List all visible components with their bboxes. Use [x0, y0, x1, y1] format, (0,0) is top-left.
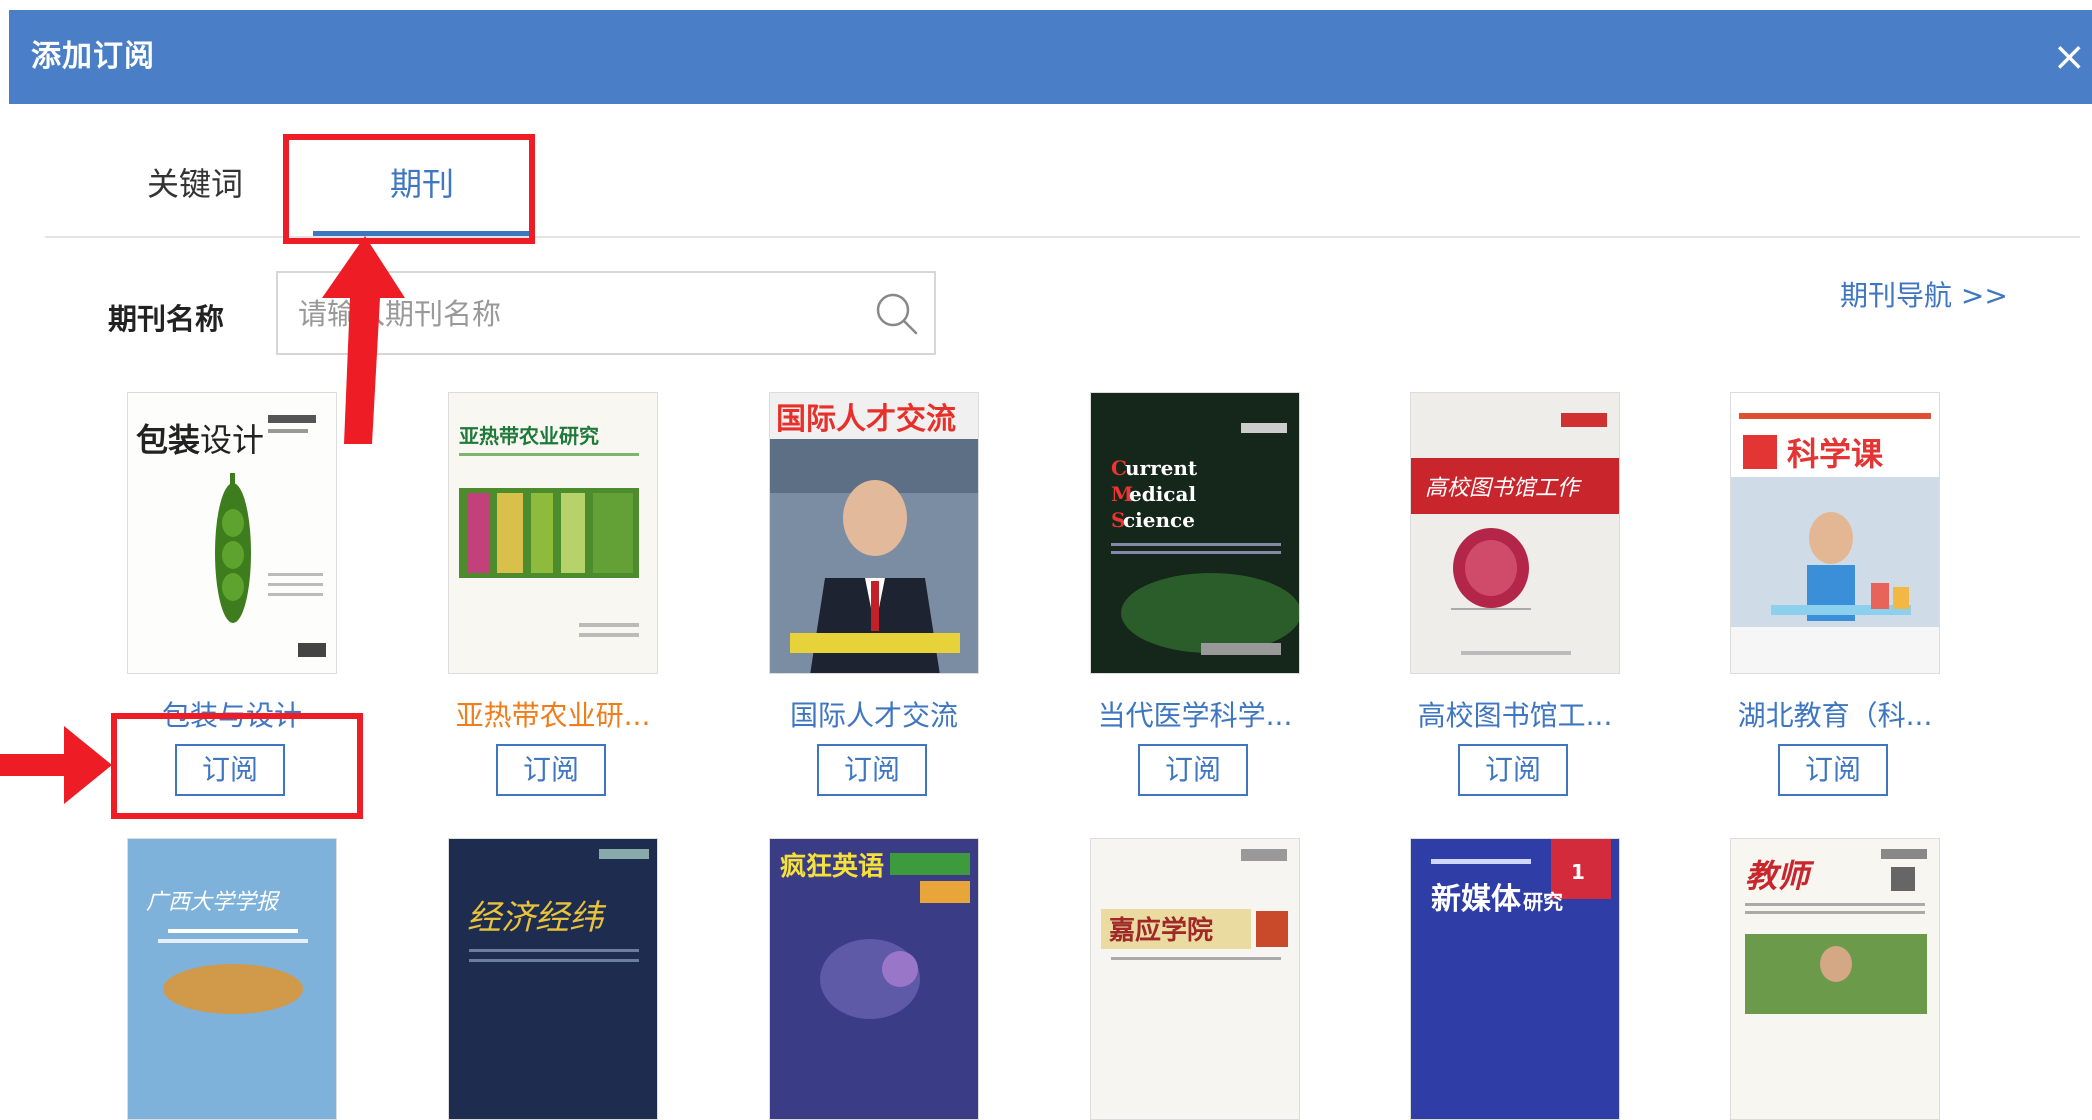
journal-cover[interactable]: 亚热带农业研究: [448, 392, 658, 674]
journal-cover[interactable]: 国际人才交流: [769, 392, 979, 674]
journal-title[interactable]: 湖北教育（科...: [1700, 694, 1970, 734]
journal-cover[interactable]: 教师: [1730, 838, 1940, 1120]
svg-text:嘉应学院: 嘉应学院: [1109, 915, 1213, 946]
svg-text:高校图书馆工作: 高校图书馆工作: [1425, 476, 1582, 501]
tab-keyword-label: 关键词: [146, 165, 243, 203]
tab-keyword[interactable]: 关键词: [115, 136, 275, 234]
journal-title[interactable]: 国际人才交流: [739, 694, 1009, 734]
search-icon[interactable]: [874, 291, 920, 337]
svg-text:广西大学学报: 广西大学学报: [146, 890, 281, 915]
dialog-title: 添加订阅: [31, 39, 155, 74]
journal-cover[interactable]: 嘉应学院: [1090, 838, 1300, 1120]
journal-cover[interactable]: 广西大学学报: [127, 838, 337, 1120]
journal-cover[interactable]: 科学课: [1730, 392, 1940, 674]
svg-text:研究: 研究: [1523, 890, 1563, 914]
subscribe-button[interactable]: 订阅: [496, 744, 606, 796]
journal-cover[interactable]: 经济经纬: [448, 838, 658, 1120]
journal-navigation-link[interactable]: 期刊导航 >>: [1840, 274, 2008, 314]
svg-text:包装: 包装: [136, 421, 200, 459]
journal-cover[interactable]: 包装 设计: [127, 392, 337, 674]
journal-title[interactable]: 亚热带农业研...: [418, 694, 688, 734]
dialog-titlebar: 添加订阅 ×: [9, 10, 2092, 104]
svg-text:疯狂英语: 疯狂英语: [780, 851, 884, 882]
svg-text:教师: 教师: [1745, 857, 1815, 895]
svg-text:国际人才交流: 国际人才交流: [776, 402, 956, 437]
svg-text:新媒体: 新媒体: [1431, 882, 1522, 917]
journal-cover[interactable]: 疯狂英语: [769, 838, 979, 1120]
svg-text:edical: edical: [1129, 482, 1196, 506]
close-icon[interactable]: ×: [2052, 10, 2086, 104]
svg-text:设计: 设计: [200, 421, 264, 459]
svg-text:cience: cience: [1123, 508, 1195, 532]
journal-title[interactable]: 当代医学科学...: [1060, 694, 1330, 734]
subscribe-button[interactable]: 订阅: [817, 744, 927, 796]
highlight-box-tab: [283, 134, 535, 244]
svg-text:经济经纬: 经济经纬: [467, 898, 607, 938]
search-label: 期刊名称: [108, 302, 225, 336]
svg-text:科学课: 科学课: [1787, 435, 1884, 473]
svg-text:urrent: urrent: [1125, 456, 1198, 480]
journal-title[interactable]: 高校图书馆工...: [1380, 694, 1650, 734]
highlight-box-subscribe: [111, 713, 363, 819]
annotation-arrow-up: [322, 236, 405, 444]
subscribe-button[interactable]: 订阅: [1778, 744, 1888, 796]
add-subscription-dialog: 添加订阅 × 关键词 期刊 期刊名称 期刊导航 >> 包装 设计: [0, 0, 2092, 1120]
annotation-arrow-right: [0, 726, 112, 804]
journal-cover[interactable]: C urrent M edical S cience: [1090, 392, 1300, 674]
svg-text:1: 1: [1571, 860, 1585, 884]
journal-cover[interactable]: 1 新媒体 研究: [1410, 838, 1620, 1120]
subscribe-button[interactable]: 订阅: [1458, 744, 1568, 796]
svg-text:亚热带农业研究: 亚热带农业研究: [459, 424, 599, 448]
journal-cover[interactable]: 高校图书馆工作: [1410, 392, 1620, 674]
subscribe-button[interactable]: 订阅: [1138, 744, 1248, 796]
